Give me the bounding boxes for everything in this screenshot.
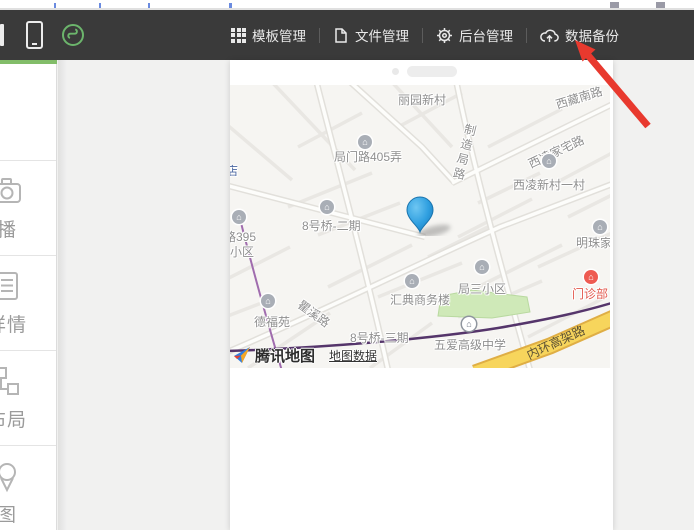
poi-building-icon: ⌂ (405, 274, 419, 288)
detail-icon (0, 269, 24, 303)
strip-mark (54, 3, 56, 8)
desktop-view-icon[interactable] (0, 24, 4, 46)
phone-preview-panel: 丽园新村 西藏南路 局门路405弄 酒店 制造局路 西凌家宅路 西凌新村一村 8… (230, 60, 613, 530)
poi-school-icon: ⌂ (462, 317, 476, 331)
sidebar-item-map[interactable]: 图 (0, 445, 57, 530)
sidebar-active-indicator (0, 60, 57, 64)
poi-house-icon: ⌂ (232, 210, 246, 224)
menu-label: 文件管理 (355, 25, 409, 45)
strip-mark (148, 3, 150, 8)
menu-divider (319, 28, 320, 43)
tencent-maps-logo-icon[interactable] (233, 346, 252, 365)
sidebar-item-label: 图 (0, 500, 17, 527)
sidebar-item-layout[interactable]: 布局 (0, 350, 57, 445)
map-data-attribution-link[interactable]: 地图数据 (329, 347, 377, 364)
app-window: 模板管理 文件管理 后台管理 (0, 0, 694, 530)
mobile-view-icon[interactable] (26, 21, 43, 49)
tencent-maps-logo-text[interactable]: 腾讯地图 (255, 345, 315, 366)
grid-icon (231, 28, 246, 43)
toolbar-menu: 模板管理 文件管理 后台管理 (231, 10, 619, 60)
map-label: 德福苑 (254, 313, 290, 330)
strip-mark (229, 3, 232, 8)
poi-clinic-icon: ⌂ (584, 270, 598, 284)
map-label: 汇典商务楼 (390, 291, 450, 308)
carousel-icon (0, 174, 24, 208)
menu-item-data-backup[interactable]: 数据备份 (540, 25, 619, 45)
map-label: 五爱高级中学 (434, 336, 506, 353)
gear-icon (436, 27, 453, 44)
tencent-map[interactable]: 丽园新村 西藏南路 局门路405弄 酒店 制造局路 西凌家宅路 西凌新村一村 8… (230, 85, 610, 368)
poi-house-icon: ⌂ (320, 200, 334, 214)
phone-speaker-pill (407, 66, 457, 77)
menu-label: 数据备份 (565, 25, 619, 45)
poi-house-icon: ⌂ (593, 220, 607, 234)
map-label: 西凌新村一村 (513, 176, 585, 193)
map-label: 小区 (230, 243, 254, 260)
sidebar-item-label: 布局 (0, 405, 27, 432)
sidebar-item-label: 详情 (0, 310, 27, 337)
toolbar: 模板管理 文件管理 后台管理 (0, 10, 694, 60)
sidebar-item-carousel[interactable]: 播 (0, 160, 57, 255)
toolbar-device-switcher (0, 10, 85, 60)
map-label: 8号桥-二期 (302, 217, 361, 234)
poi-house-icon: ⌂ (475, 260, 489, 274)
phone-camera-dot (392, 68, 399, 75)
poi-house-icon: ⌂ (358, 135, 372, 149)
layout-icon (0, 364, 24, 398)
map-label: 酒店 (230, 162, 238, 179)
sidebar-logo-area (0, 64, 57, 160)
map-label: 8号桥-三期 (350, 329, 409, 346)
link-icon[interactable] (61, 23, 85, 47)
map-marker-pin[interactable] (398, 190, 458, 236)
strip-mark (99, 3, 101, 8)
map-pin-icon (0, 459, 24, 493)
map-label: 明珠家 (576, 234, 610, 251)
poi-house-icon: ⌂ (542, 154, 556, 168)
menu-item-backend-manage[interactable]: 后台管理 (436, 25, 513, 45)
panel-shadow (58, 60, 67, 530)
strip-mark (656, 2, 665, 8)
menu-item-file-manage[interactable]: 文件管理 (333, 25, 409, 45)
sidebar: 播 详情 布局 图 (0, 64, 57, 530)
map-label: 局门路405弄 (334, 148, 402, 165)
cloud-upload-icon (540, 28, 559, 43)
sidebar-item-detail[interactable]: 详情 (0, 255, 57, 350)
browser-edge-strip (0, 0, 694, 10)
menu-label: 模板管理 (252, 25, 306, 45)
menu-item-template-manage[interactable]: 模板管理 (231, 25, 306, 45)
menu-label: 后台管理 (459, 25, 513, 45)
sidebar-item-label: 播 (0, 215, 17, 242)
map-label: 门诊部 (572, 285, 608, 302)
file-icon (333, 27, 349, 44)
menu-divider (422, 28, 423, 43)
map-label: 丽园新村 (398, 91, 446, 108)
menu-divider (526, 28, 527, 43)
poi-house-icon: ⌂ (261, 294, 275, 308)
map-label: 局三小区 (458, 280, 506, 297)
strip-mark (610, 2, 619, 8)
